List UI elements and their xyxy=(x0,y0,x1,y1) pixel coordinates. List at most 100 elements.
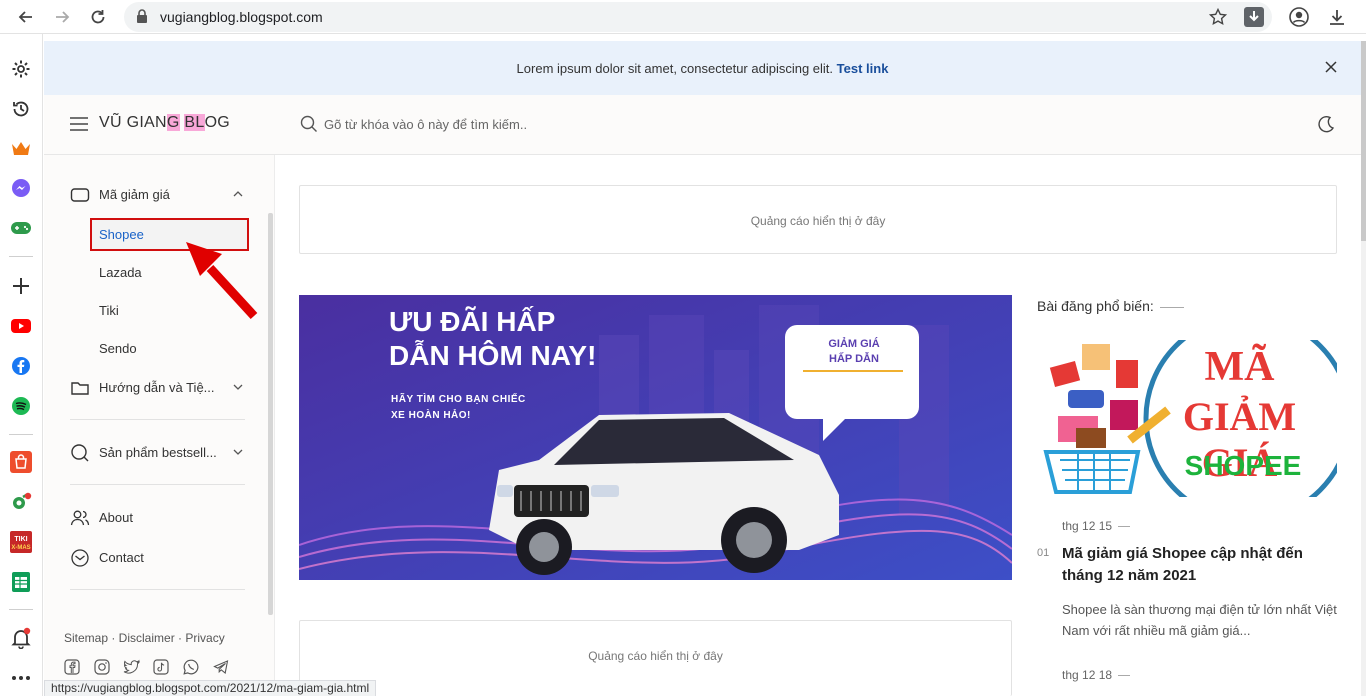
sidebar-item-lazada[interactable]: Lazada xyxy=(99,265,142,280)
scrollbar-thumb[interactable] xyxy=(1361,41,1366,241)
spotify-icon[interactable] xyxy=(10,395,32,417)
hero-headline-line: DẪN HÔM NAY! xyxy=(389,340,597,371)
blog-title-part: OG xyxy=(204,114,231,131)
browser-toolbar: vugiangblog.blogspot.com xyxy=(0,0,1366,34)
address-bar[interactable]: vugiangblog.blogspot.com xyxy=(124,2,1272,32)
chevron-up-icon[interactable] xyxy=(232,188,244,200)
shopee-app-icon[interactable] xyxy=(10,451,32,473)
date-dash xyxy=(1118,675,1131,677)
heading-dash xyxy=(1159,306,1184,308)
search-icon[interactable] xyxy=(300,115,318,138)
add-icon[interactable] xyxy=(10,275,32,297)
annotation-arrow xyxy=(186,242,258,320)
sidebar-divider xyxy=(70,589,245,590)
profile-icon[interactable] xyxy=(1288,6,1310,28)
browser-sidebar: TIKI X-MAS xyxy=(0,34,43,696)
post-date-text: thg 12 15 xyxy=(1062,519,1113,533)
sidebar-item-sendo[interactable]: Sendo xyxy=(99,341,137,356)
star-icon[interactable] xyxy=(1207,6,1229,28)
status-url: https://vugiangblog.blogspot.com/2021/12… xyxy=(44,680,377,696)
telegram-icon[interactable] xyxy=(213,659,230,676)
sidebar-scrollbar[interactable] xyxy=(268,213,273,615)
close-icon[interactable] xyxy=(1324,60,1338,74)
more-icon[interactable] xyxy=(10,667,32,689)
crown-icon[interactable] xyxy=(10,138,32,160)
whatsapp-icon[interactable] xyxy=(183,659,200,676)
mail-icon xyxy=(70,548,90,568)
footer-links[interactable]: Sitemap · Disclaimer · Privacy xyxy=(64,631,225,645)
menu-about[interactable]: About xyxy=(70,506,250,530)
hero-subline-line: HÃY TÌM CHO BẠN CHIẾC xyxy=(391,394,526,405)
download-extension-icon[interactable] xyxy=(1243,6,1265,28)
menu-ma-giam-gia[interactable]: Mã giảm giá xyxy=(70,183,250,207)
blog-title[interactable]: VŨ GIANG BLOG xyxy=(99,114,230,132)
lock-icon xyxy=(136,9,148,29)
blog-title-highlight: BL xyxy=(184,114,205,131)
sidebar-separator xyxy=(9,609,33,610)
popular-posts-title: Bài đăng phổ biến: xyxy=(1037,298,1154,314)
date-dash xyxy=(1118,526,1131,528)
search-input[interactable] xyxy=(324,113,824,135)
thumbnail-text-line: MÃ xyxy=(1204,344,1275,390)
menu-label: Contact xyxy=(99,550,144,565)
post-number: 01 xyxy=(1037,547,1050,559)
blog-title-highlight: G xyxy=(166,114,180,131)
users-icon xyxy=(70,508,90,528)
post-title-link[interactable]: Mã giảm giá Shopee cập nhật đến tháng 12… xyxy=(1062,543,1342,587)
menu-label: Sản phẩm bestsell... xyxy=(99,445,217,460)
youtube-icon[interactable] xyxy=(10,315,32,337)
sidebar-divider xyxy=(70,419,245,420)
instagram-icon[interactable] xyxy=(94,659,111,676)
menu-label: Hướng dẫn và Tiệ... xyxy=(99,380,215,395)
menu-label: Mã giảm giá xyxy=(99,187,170,202)
folder-icon xyxy=(70,378,90,398)
history-icon[interactable] xyxy=(10,98,32,120)
chevron-down-icon[interactable] xyxy=(232,446,244,458)
hero-bubble-line: HẤP DẪN xyxy=(829,353,879,365)
gamepad-icon[interactable] xyxy=(10,217,32,239)
sidebar-separator xyxy=(9,434,33,435)
extension-icon[interactable] xyxy=(10,491,32,513)
menu-contact[interactable]: Contact xyxy=(70,546,250,570)
downloads-icon[interactable] xyxy=(1326,6,1348,28)
back-icon[interactable] xyxy=(15,6,37,28)
sidebar-separator xyxy=(9,256,33,257)
thumbnail-shopee-text: SHOPEE xyxy=(1184,450,1302,481)
menu-huong-dan[interactable]: Hướng dẫn và Tiệ... xyxy=(70,376,250,400)
bell-icon[interactable] xyxy=(10,627,32,649)
hero-bubble-line: GIẢM GIÁ xyxy=(828,338,880,350)
tiki-xmas-icon[interactable]: TIKI X-MAS xyxy=(10,531,32,553)
hero-banner[interactable]: ƯU ĐÃI HẤP DẪN HÔM NAY! HÃY TÌM CHO BẠN … xyxy=(299,295,1012,580)
tiktok-icon[interactable] xyxy=(153,659,170,676)
sidebar-item-tiki[interactable]: Tiki xyxy=(99,303,119,318)
announcement-link[interactable]: Test link xyxy=(837,61,889,76)
dark-mode-icon[interactable] xyxy=(1316,114,1336,139)
ad-placeholder-bottom: Quảng cáo hiển thị ở đây xyxy=(299,620,1012,696)
hamburger-menu-icon[interactable] xyxy=(70,116,88,132)
page-scrollbar[interactable] xyxy=(1361,41,1366,696)
svg-text:TIKI: TIKI xyxy=(14,536,27,543)
popular-post-thumbnail[interactable]: MÃ GIẢM GIÁ SHOPEE xyxy=(1038,340,1337,497)
chevron-down-icon[interactable] xyxy=(232,381,244,393)
hero-subline: HÃY TÌM CHO BẠN CHIẾC XE HOÀN HẢO! xyxy=(391,392,526,424)
reload-icon[interactable] xyxy=(87,6,109,28)
facebook-icon[interactable] xyxy=(64,659,81,676)
url-text[interactable]: vugiangblog.blogspot.com xyxy=(160,9,323,25)
twitter-icon[interactable] xyxy=(123,659,141,676)
hero-subline-line: XE HOÀN HẢO! xyxy=(391,410,471,421)
forward-icon[interactable] xyxy=(51,6,73,28)
messenger-icon[interactable] xyxy=(10,177,32,199)
search-icon xyxy=(70,443,90,463)
announcement-text: Lorem ipsum dolor sit amet, consectetur … xyxy=(516,61,834,76)
hero-headline: ƯU ĐÃI HẤP DẪN HÔM NAY! xyxy=(389,305,596,373)
facebook-icon[interactable] xyxy=(10,355,32,377)
ad-placeholder-top: Quảng cáo hiển thị ở đây xyxy=(299,185,1337,254)
ad-text: Quảng cáo hiển thị ở đây xyxy=(588,649,723,663)
ad-text: Quảng cáo hiển thị ở đây xyxy=(750,214,886,228)
menu-san-pham[interactable]: Sản phẩm bestsell... xyxy=(70,441,250,465)
gear-icon[interactable] xyxy=(10,58,32,80)
sheets-icon[interactable] xyxy=(10,571,32,593)
sidebar-item-shopee[interactable]: Shopee xyxy=(99,227,144,242)
hero-headline-line: ƯU ĐÃI HẤP xyxy=(389,306,556,337)
sidebar-divider xyxy=(70,484,245,485)
